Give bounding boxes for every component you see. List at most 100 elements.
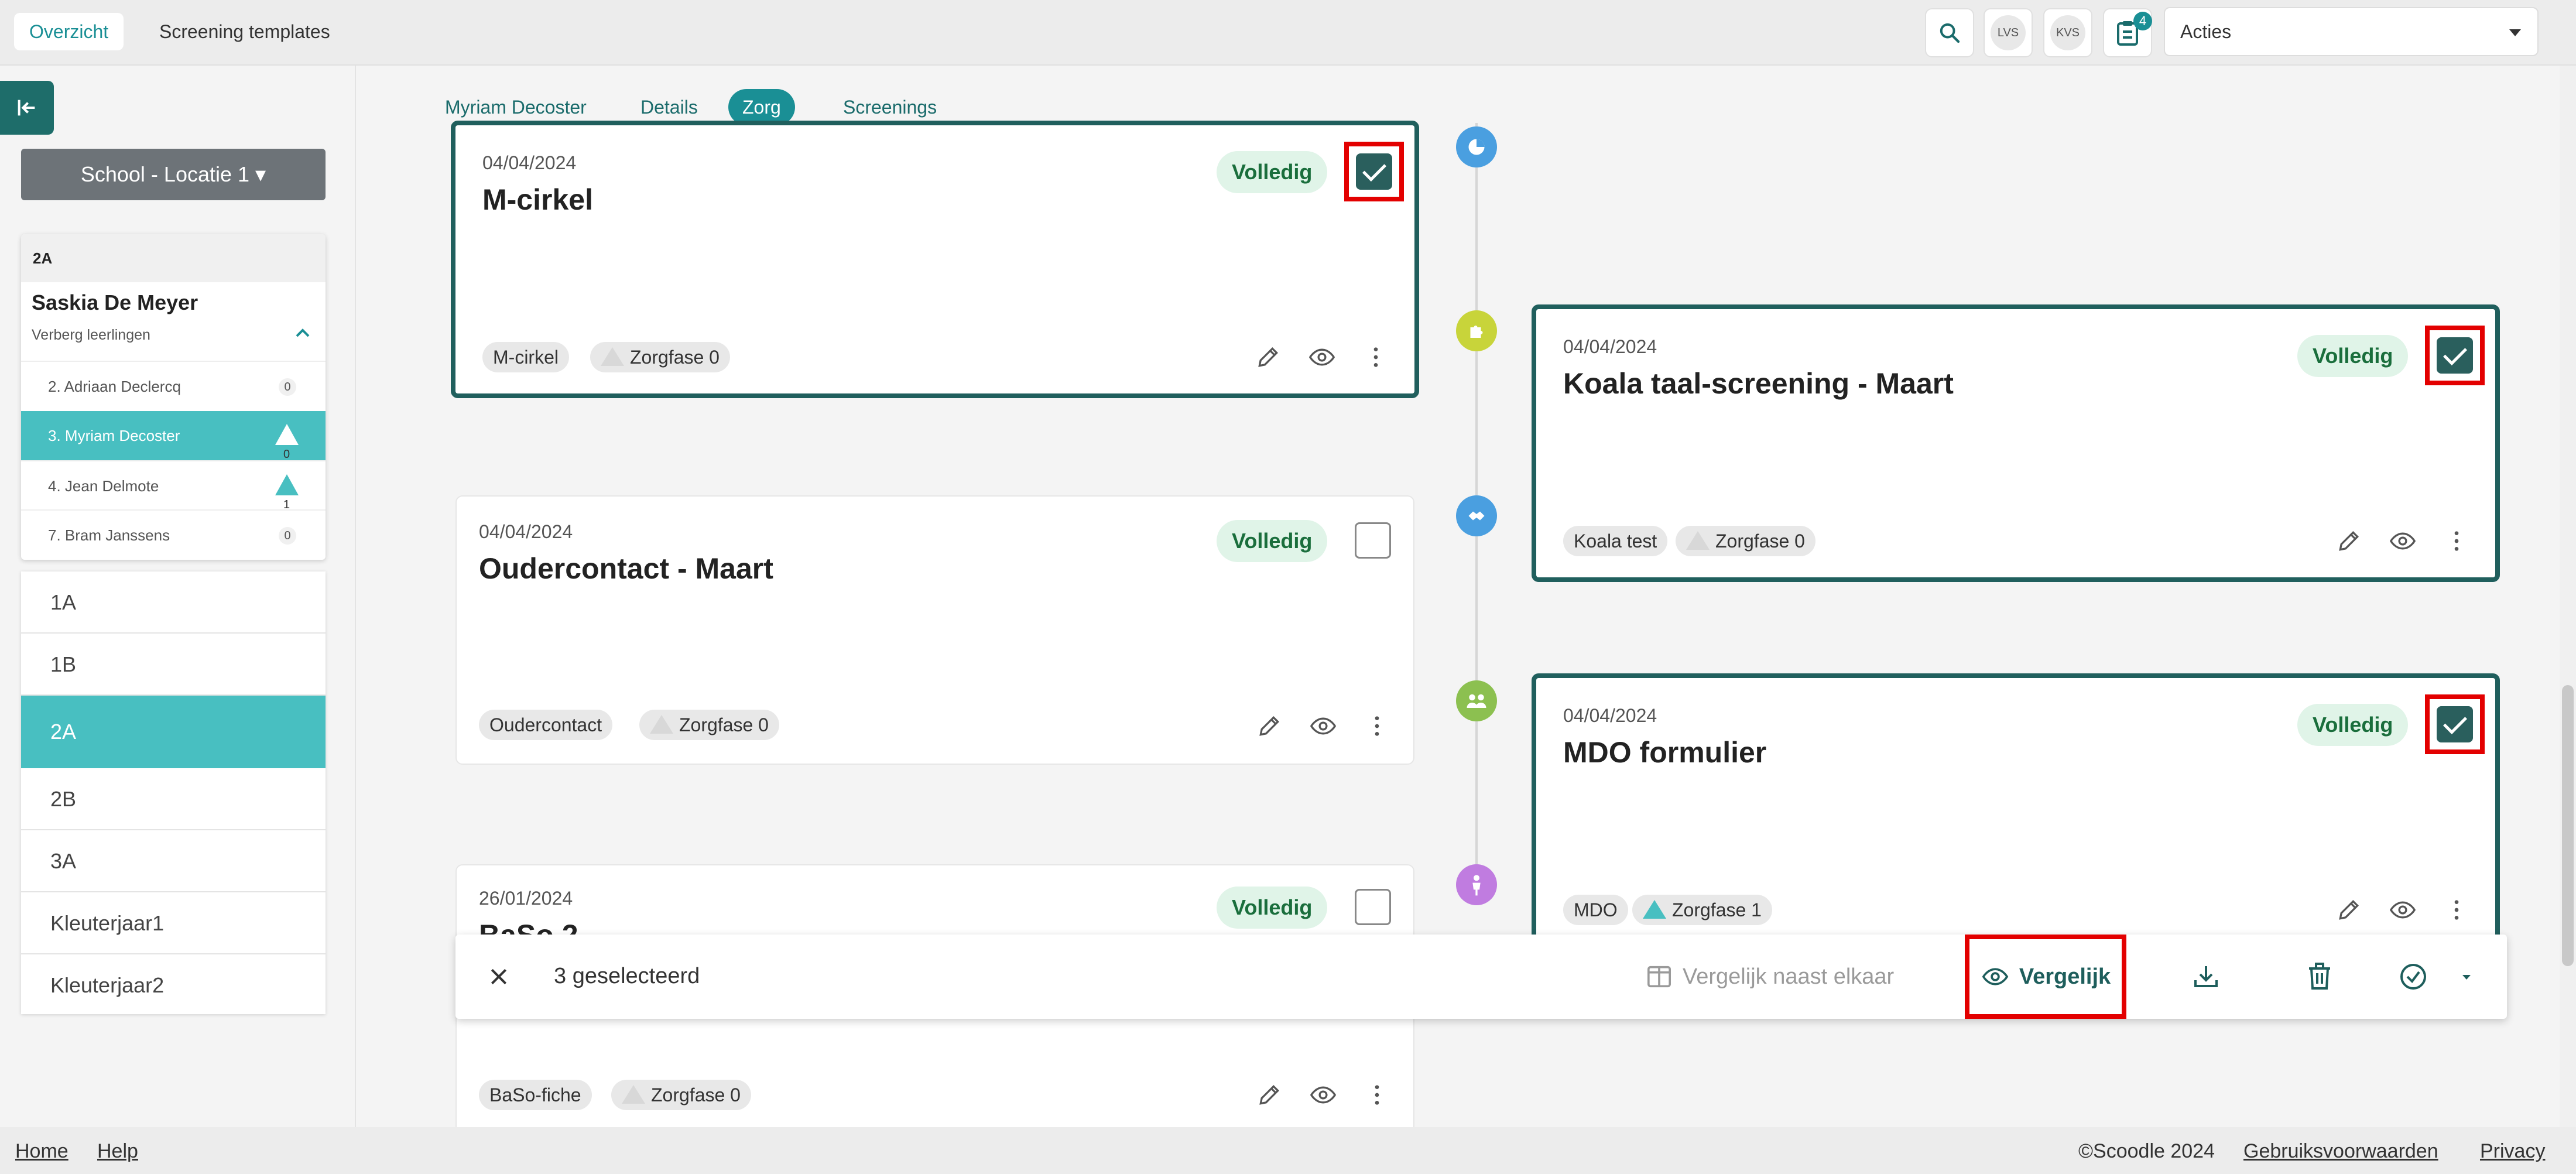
status-badge: Volledig [2297, 335, 2409, 377]
tab-details[interactable]: Details [626, 89, 712, 125]
card-date: 04/04/2024 [479, 521, 573, 542]
kvs-badge: KVS [2050, 15, 2085, 50]
eye-icon [1982, 968, 2009, 985]
actions-dropdown-label: Acties [2180, 21, 2232, 42]
card-checkbox[interactable] [1355, 522, 1391, 559]
status-badge: Volledig [1217, 887, 1328, 929]
tab-student-name[interactable]: Myriam Decoster [431, 89, 601, 125]
more-actions-dropdown[interactable] [2458, 968, 2475, 986]
more-vertical-icon [1373, 347, 1378, 367]
more-options-button[interactable] [2440, 894, 2473, 926]
class-item-1b[interactable]: 1B [21, 634, 326, 696]
more-vertical-icon [1375, 1085, 1379, 1105]
class-item-2a[interactable]: 2A [21, 696, 326, 768]
footer-copyright: ©Scoodle 2024 [2078, 1140, 2215, 1162]
view-button[interactable] [2386, 894, 2419, 926]
school-location-button[interactable]: School - Locatie 1 ▾ [21, 149, 326, 200]
timeline-node [1456, 310, 1497, 351]
footer-help-link[interactable]: Help [97, 1140, 138, 1163]
student-count: 0 [279, 378, 296, 396]
care-card[interactable]: 04/04/2024 M-cirkel Volledig M-cirkel Zo… [451, 121, 1419, 398]
clear-selection-button[interactable] [482, 960, 515, 993]
timeline-node [1456, 680, 1497, 721]
more-options-button[interactable] [1359, 341, 1392, 374]
handshake-icon [1468, 511, 1485, 521]
more-options-button[interactable] [2440, 525, 2473, 557]
lvs-button[interactable]: LVS [1984, 8, 2033, 57]
footer-privacy-link[interactable]: Privacy [2480, 1140, 2545, 1163]
status-badge: Volledig [2297, 704, 2409, 746]
zorgfase-triangle-icon [1686, 531, 1710, 550]
zorgfase-triangle-icon [650, 715, 673, 734]
highlight-box [2425, 326, 2485, 385]
edit-button[interactable] [2332, 525, 2365, 557]
notification-count: 4 [2133, 12, 2152, 30]
view-button[interactable] [1307, 710, 1340, 742]
timeline-node [1456, 495, 1497, 536]
edit-button[interactable] [1252, 341, 1284, 374]
care-card[interactable]: 04/04/2024 Koala taal-screening - Maart … [1532, 304, 2500, 582]
status-badge: Volledig [1217, 520, 1328, 562]
chevron-up-icon[interactable] [294, 327, 311, 340]
status-badge: Volledig [1217, 151, 1328, 193]
close-icon [491, 968, 507, 985]
view-button[interactable] [2386, 525, 2419, 557]
card-type-chip: Koala test [1563, 526, 1668, 556]
footer-terms-link[interactable]: Gebruiksvoorwaarden [2243, 1140, 2438, 1163]
student-item-selected[interactable]: 3. Myriam Decoster 0 [21, 411, 326, 461]
notifications-button[interactable]: 4 [2103, 8, 2152, 57]
collapse-sidebar-button[interactable] [0, 81, 54, 135]
zorgfase-label: Zorgfase 0 [651, 1084, 741, 1105]
class-item-2b[interactable]: 2B [21, 768, 326, 830]
class-item-kleuterjaar1[interactable]: Kleuterjaar1 [21, 892, 326, 954]
student-item[interactable]: 4. Jean Delmote 1 [21, 460, 326, 511]
footer-home-link[interactable]: Home [15, 1140, 68, 1163]
more-options-button[interactable] [1361, 710, 1393, 742]
edit-button[interactable] [1253, 1079, 1286, 1111]
card-type-chip: MDO [1563, 895, 1628, 925]
class-item-3a[interactable]: 3A [21, 830, 326, 892]
view-button[interactable] [1306, 341, 1338, 374]
card-checkbox[interactable] [1355, 889, 1391, 925]
student-label: 3. Myriam Decoster [48, 427, 180, 444]
compare-side-by-side-button[interactable]: Vergelijk naast elkaar [1646, 961, 1894, 992]
timeline-node [1456, 864, 1497, 905]
collapse-left-icon [18, 100, 35, 116]
highlight-box [1344, 142, 1404, 201]
zorgfase-label: Zorgfase 0 [679, 714, 769, 735]
download-button[interactable] [2188, 959, 2224, 994]
card-title: Koala taal-screening - Maart [1563, 367, 1954, 400]
zorgfase-chip: Zorgfase 0 [1676, 526, 1815, 556]
actions-dropdown[interactable]: Acties [2164, 7, 2539, 56]
care-card[interactable]: 04/04/2024 MDO formulier Volledig MDO Zo… [1532, 673, 2500, 951]
search-button[interactable] [1925, 8, 1974, 57]
card-date: 04/04/2024 [1563, 336, 1657, 357]
class-item-kleuterjaar2[interactable]: Kleuterjaar2 [21, 954, 326, 1016]
tab-overzicht[interactable]: Overzicht [14, 13, 124, 50]
tab-screenings[interactable]: Screenings [829, 89, 951, 125]
compare-button[interactable]: Vergelijk [1965, 935, 2126, 1019]
scrollbar-thumb[interactable] [2562, 685, 2574, 966]
tab-zorg[interactable]: Zorg [728, 89, 795, 125]
view-button[interactable] [1307, 1079, 1340, 1111]
class-item-1a[interactable]: 1A [21, 571, 326, 634]
edit-button[interactable] [1253, 710, 1286, 742]
student-item[interactable]: 7. Bram Janssens 0 [21, 509, 326, 559]
pencil-icon [2339, 899, 2359, 920]
complete-button[interactable] [2396, 959, 2431, 994]
pencil-icon [2339, 530, 2359, 551]
scrollbar-track[interactable] [2560, 66, 2576, 1127]
hide-students-link[interactable]: Verberg leerlingen [32, 327, 150, 344]
edit-button[interactable] [2332, 894, 2365, 926]
kvs-button[interactable]: KVS [2043, 8, 2092, 57]
card-date: 04/04/2024 [1563, 705, 1657, 726]
delete-button[interactable] [2302, 959, 2337, 994]
tab-screening-templates[interactable]: Screening templates [144, 13, 345, 50]
card-date: 04/04/2024 [482, 152, 577, 173]
compare-side-by-side-label: Vergelijk naast elkaar [1683, 964, 1895, 989]
care-card[interactable]: 04/04/2024 Oudercontact - Maart Volledig… [455, 495, 1414, 765]
more-vertical-icon [1375, 716, 1379, 736]
more-options-button[interactable] [1361, 1079, 1393, 1111]
person-icon [1472, 875, 1481, 896]
student-item[interactable]: 2. Adriaan Declercq 0 [21, 361, 326, 410]
